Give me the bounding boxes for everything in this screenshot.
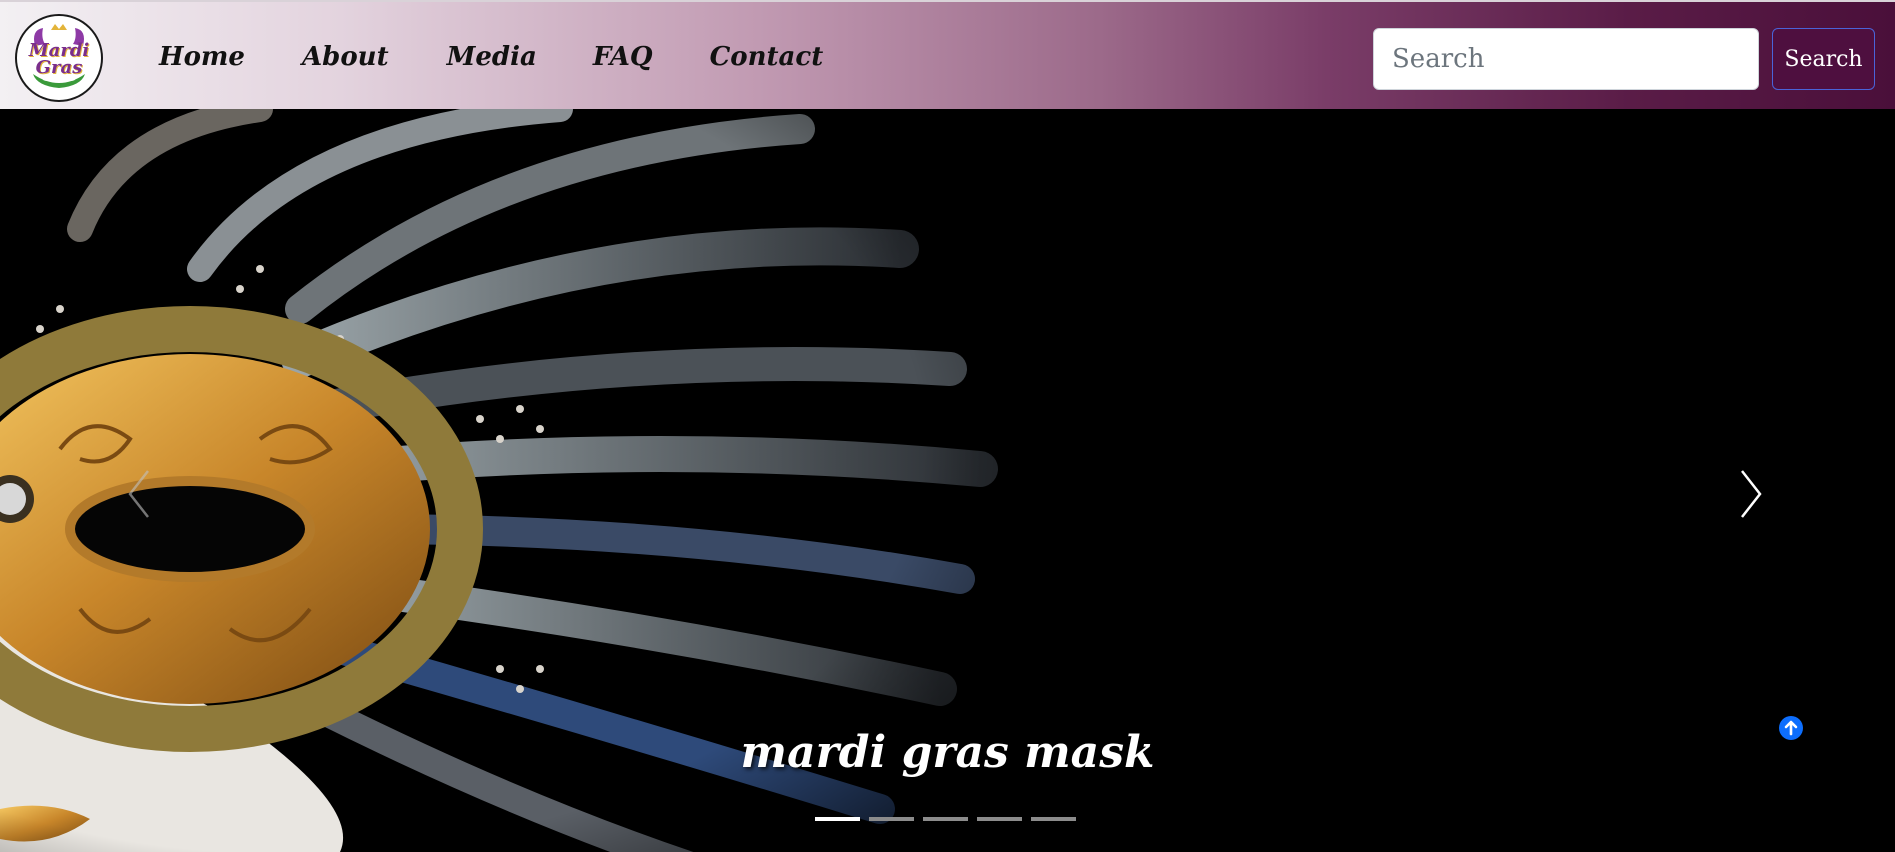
carousel-next-button[interactable] [1730,459,1770,529]
hero-carousel: mardi gras mask [0,109,1895,852]
arrow-up-circle-icon [1784,720,1798,736]
logo-text: Mardi Gras [28,40,90,78]
chevron-left-icon [128,470,149,518]
nav-link-contact[interactable]: Contact [710,40,824,74]
nav-link-home[interactable]: Home [159,40,245,74]
site-logo[interactable]: Mardi Gras [15,14,103,102]
nav-link-faq[interactable]: FAQ [593,40,653,74]
chevron-right-icon [1741,470,1762,518]
navbar: Mardi Gras Home About Media FAQ Contact … [0,0,1895,109]
scroll-to-top-button[interactable] [1779,716,1803,740]
nav-link-about[interactable]: About [302,40,389,74]
carousel-indicator-4[interactable] [977,817,1022,821]
carousel-indicator-2[interactable] [869,817,914,821]
carousel-indicator-5[interactable] [1031,817,1076,821]
search-input[interactable] [1373,28,1759,90]
carousel-prev-button[interactable] [120,459,160,529]
carousel-caption: mardi gras mask [740,727,1155,778]
page: Mardi Gras Home About Media FAQ Contact … [0,0,1895,852]
nav-link-media[interactable]: Media [447,40,537,74]
carousel-indicator-1[interactable] [815,817,860,821]
search-button[interactable]: Search [1772,28,1875,90]
carousel-indicator-3[interactable] [923,817,968,821]
carousel-indicators [815,817,1076,821]
nav-links: Home About Media FAQ Contact [159,40,823,74]
